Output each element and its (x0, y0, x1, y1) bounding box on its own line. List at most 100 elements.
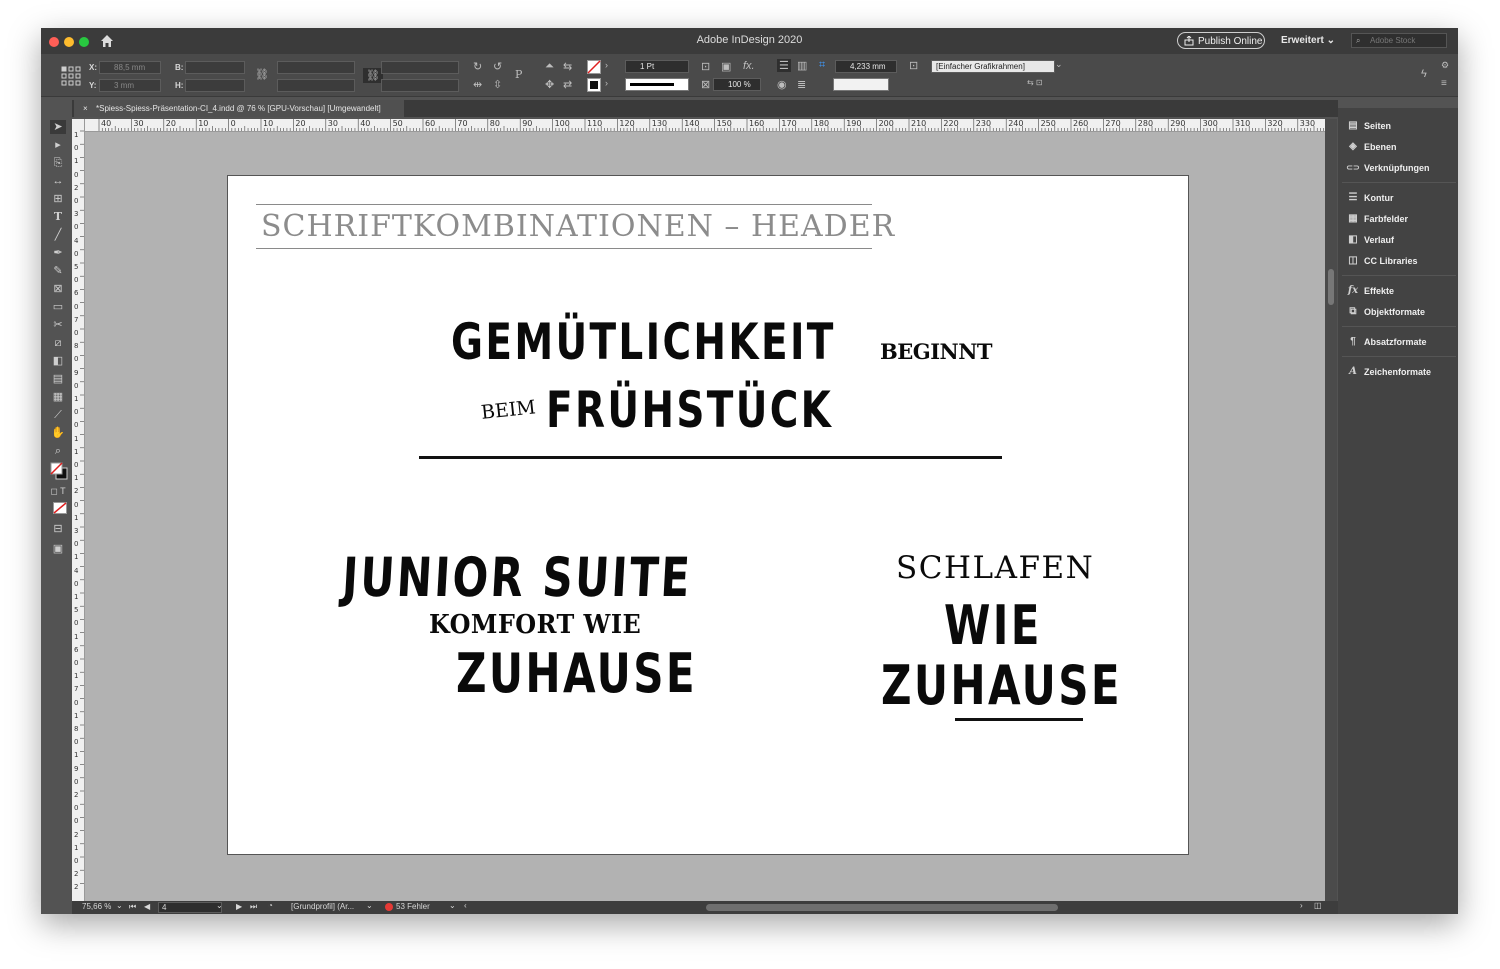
panel-cc-libraries[interactable]: ◫ CC Libraries (1346, 253, 1456, 269)
stroke-weight-field[interactable]: 1 Pt (625, 60, 689, 73)
headline-zuhause-left[interactable]: ZUHAUSE (456, 644, 697, 704)
eyedropper-tool-icon[interactable]: ⟋ (50, 408, 66, 422)
quick-apply-icon[interactable]: ⇆ ⊡ (1027, 78, 1043, 87)
page-tool-icon[interactable]: ⎘ (50, 156, 66, 170)
pencil-tool-icon[interactable]: ✎ (50, 264, 66, 278)
stock-search-input[interactable]: ⌕ Adobe Stock (1351, 33, 1447, 48)
scissors-tool-icon[interactable]: ✂ (50, 318, 66, 332)
document-tab[interactable]: × *Spiess-Spiess-Präsentation-CI_4.indd … (74, 100, 404, 117)
note-tool-icon[interactable]: ▦ (50, 390, 66, 404)
frame-fitting-icon[interactable]: ⊡ (701, 60, 710, 73)
panel-swatches[interactable]: ▦ Farbfelder (1346, 211, 1456, 227)
rectangle-frame-tool-icon[interactable]: ⊠ (50, 282, 66, 296)
stroke-type-select[interactable] (625, 78, 689, 91)
reference-point-icon[interactable] (61, 66, 81, 86)
text-wrap-jump-icon[interactable]: ≣ (797, 78, 806, 91)
word-beginnt[interactable]: BEGINNT (880, 339, 993, 364)
text-wrap-shape-icon[interactable]: ◉ (777, 78, 787, 91)
hand-tool-icon[interactable]: ✋ (50, 426, 66, 440)
headline-zuhause-right[interactable]: ZUHAUSE (881, 656, 1122, 716)
headline-fruehstueck[interactable]: FRÜHSTÜCK (546, 382, 833, 438)
shear-angle-field[interactable] (381, 79, 459, 92)
first-page-icon[interactable]: ⏮ (129, 902, 136, 912)
x-field[interactable]: 88,5 mm (99, 61, 161, 74)
chevron-down-icon[interactable]: ⌄ (449, 901, 456, 910)
panel-layers[interactable]: ◈ Ebenen (1346, 139, 1456, 155)
fill-swatch-icon[interactable] (587, 60, 601, 74)
headline-junior-suite[interactable]: JUNIOR SUITE (341, 546, 694, 609)
free-transform-tool-icon[interactable]: ⧄ (50, 336, 66, 350)
panel-menu-icon[interactable]: ≡ (1441, 78, 1447, 89)
panel-stroke[interactable]: ☰ Kontur (1346, 190, 1456, 206)
last-page-icon[interactable]: ⏭ (250, 902, 257, 912)
headline-gemuetlichkeit[interactable]: GEMÜTLICHKEIT (451, 314, 836, 370)
page-number-field[interactable]: 4 (158, 902, 222, 913)
text-wrap-none-icon[interactable]: ☰ (777, 59, 791, 72)
fill-stroke-swatch-icon[interactable] (50, 462, 68, 480)
chevron-down-icon[interactable]: ⌄ (216, 901, 223, 910)
selection-tool-icon[interactable]: ➤ (50, 120, 66, 134)
zoom-tool-icon[interactable]: ⌕ (50, 444, 66, 458)
select-next-icon[interactable]: ⇄ (563, 78, 572, 91)
fill-menu-icon[interactable]: › (605, 60, 608, 70)
preflight-profile[interactable]: [Grundprofil] (Ar... (291, 902, 354, 911)
direct-selection-tool-icon[interactable]: ▸ (50, 138, 66, 152)
panel-character-styles[interactable]: A Zeichenformate (1346, 364, 1456, 380)
rectangle-tool-icon[interactable]: ▭ (50, 300, 66, 314)
pen-tool-icon[interactable]: ✒ (50, 246, 66, 260)
gradient-feather-tool-icon[interactable]: ▤ (50, 372, 66, 386)
chevron-down-icon[interactable]: ⌄ (116, 901, 123, 910)
scale-y-field[interactable] (277, 79, 355, 92)
width-field[interactable] (185, 61, 245, 74)
select-container-icon[interactable]: ⏶ (545, 60, 554, 73)
vertical-ruler[interactable]: 1 0 1 0 2 0 3 0 4 0 5 0 6 0 7 0 8 0 9 0 1 0 0 1 1 0 1 2 0 1 3 0 1 4 0 1 5 0 1 6… (72, 119, 85, 901)
panel-links[interactable]: ⊂⊃ Verknüpfungen (1346, 160, 1456, 176)
corner-shape-select[interactable] (833, 78, 889, 91)
panel-paragraph-styles[interactable]: ¶ Absatzformate (1346, 334, 1456, 350)
komfort-wie[interactable]: KOMFORT WIE (429, 610, 641, 640)
select-content-icon[interactable]: ✥ (545, 78, 554, 91)
horizontal-ruler[interactable]: 40 30 20 10 0 10 20 30 40 50 60 70 80 90 100 110 120 130 1… (85, 119, 1325, 132)
page-header[interactable]: SCHRIFTKOMBINATIONEN – HEADER (261, 209, 895, 244)
word-schlafen[interactable]: SCHLAFEN (896, 550, 1094, 586)
flip-vertical-icon[interactable]: ⇳ (493, 78, 502, 91)
content-collector-icon[interactable]: ⊞ (50, 192, 66, 206)
panel-object-styles[interactable]: ⧉ Objektformate (1346, 304, 1456, 320)
split-window-icon[interactable]: ◫ (1314, 901, 1322, 910)
scale-x-field[interactable] (277, 61, 355, 74)
gear-icon[interactable]: ⚙ (1441, 60, 1449, 71)
y-field[interactable]: 3 mm (99, 79, 161, 92)
rotate-cw-icon[interactable]: ↻ (473, 60, 482, 73)
vertical-scroll-thumb[interactable] (1328, 269, 1334, 305)
gap-tool-icon[interactable]: ↔ (50, 174, 66, 188)
publish-online-button[interactable]: Publish Online (1177, 32, 1265, 49)
scroll-left-icon[interactable]: ‹ (464, 901, 467, 910)
offset-field[interactable]: 4,233 mm (835, 60, 897, 73)
object-style-select[interactable]: [Einfacher Grafikrahmen] (931, 60, 1055, 73)
type-tool-icon[interactable]: T (50, 210, 66, 224)
preflight-errors[interactable]: 53 Fehler (396, 902, 430, 911)
chevron-down-icon[interactable]: ⌄ (1055, 59, 1063, 70)
select-previous-icon[interactable]: ⇆ (563, 60, 572, 73)
effects-fx-icon[interactable]: fx. (743, 60, 755, 72)
previous-page-icon[interactable]: ◀ (144, 902, 150, 911)
document-page[interactable]: SCHRIFTKOMBINATIONEN – HEADER GEMÜTLICHK… (227, 175, 1189, 855)
workspace-switcher[interactable]: Erweitert ⌄ (1281, 35, 1335, 46)
lightning-icon[interactable]: ϟ (1421, 68, 1427, 80)
formatting-affects-container-icon[interactable]: ◻ T (50, 484, 66, 498)
screen-mode-icon[interactable]: ▣ (50, 542, 66, 556)
view-mode-icon[interactable]: ⊟ (50, 522, 66, 536)
scale-percent-field[interactable]: 100 % (713, 78, 761, 91)
horizontal-scroll-thumb[interactable] (706, 904, 1058, 911)
link-scale-icon[interactable]: ⛓ (363, 68, 383, 83)
next-page-icon[interactable]: ▶ (236, 902, 242, 911)
constrain-proportions-icon[interactable]: ⛓ (255, 68, 269, 81)
text-wrap-bbox-icon[interactable]: ▥ (797, 59, 807, 72)
word-beim[interactable]: BEIM (480, 396, 537, 424)
fit-content-icon[interactable]: ▣ (721, 60, 731, 73)
panel-gradient[interactable]: ◧ Verlauf (1346, 232, 1456, 248)
word-wie[interactable]: WIE (944, 596, 1042, 656)
line-tool-icon[interactable]: ╱ (50, 228, 66, 242)
flip-horizontal-icon[interactable]: ⇹ (473, 78, 482, 91)
panel-pages[interactable]: ▤ Seiten (1346, 118, 1456, 134)
